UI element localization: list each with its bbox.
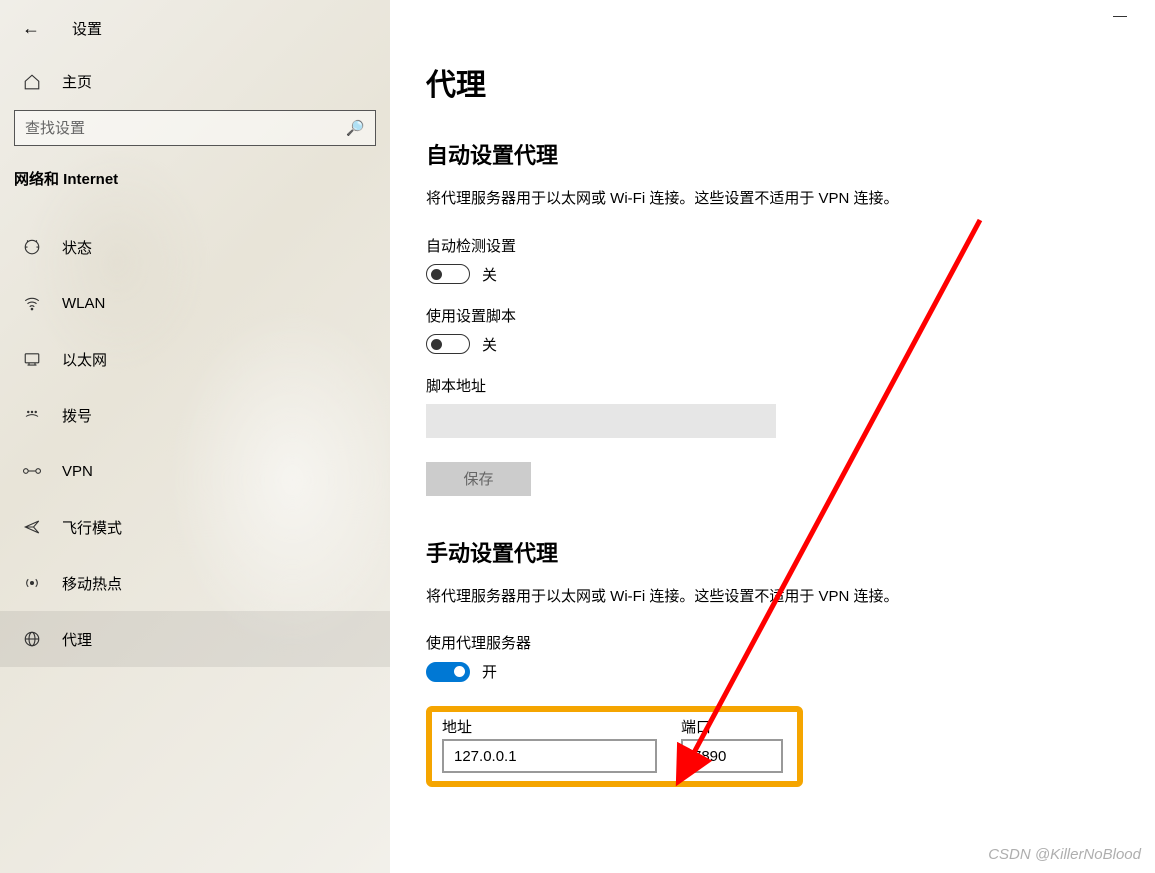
sidebar-item-label: 代理 [62, 629, 92, 650]
script-address-input [426, 404, 776, 438]
sidebar-item-hotspot[interactable]: 移动热点 [0, 555, 390, 611]
proxy-icon [22, 630, 42, 648]
script-address-label: 脚本地址 [426, 375, 1125, 396]
address-input[interactable] [442, 739, 657, 773]
use-proxy-label: 使用代理服务器 [426, 632, 1125, 653]
back-button[interactable]: ← [22, 18, 40, 39]
auto-detect-label: 自动检测设置 [426, 235, 1125, 256]
auto-section-title: 自动设置代理 [426, 138, 1125, 170]
search-icon: 🔍 [346, 119, 365, 137]
sidebar-item-label: 移动热点 [62, 573, 122, 594]
use-proxy-toggle[interactable] [426, 662, 470, 682]
wifi-icon [22, 294, 42, 312]
page-title: 代理 [426, 60, 1125, 104]
save-button[interactable]: 保存 [426, 462, 531, 496]
auto-detect-toggle[interactable] [426, 264, 470, 284]
sidebar-item-airplane[interactable]: 飞行模式 [0, 499, 390, 555]
auto-detect-state: 关 [482, 264, 497, 285]
sidebar-item-label: 拨号 [62, 405, 92, 426]
sidebar: ← 设置 主页 🔍 网络和 Internet 状态 WLAN [0, 0, 390, 873]
home-icon [22, 73, 42, 91]
category-header: 网络和 Internet [0, 168, 390, 189]
sidebar-item-label: 飞行模式 [62, 517, 122, 538]
home-label: 主页 [62, 71, 92, 92]
window-title: 设置 [72, 18, 102, 39]
watermark: CSDN @KillerNoBlood [988, 846, 1141, 863]
auto-section-desc: 将代理服务器用于以太网或 Wi-Fi 连接。这些设置不适用于 VPN 连接。 [426, 188, 1125, 211]
use-script-state: 关 [482, 334, 497, 355]
port-label: 端口 [681, 716, 783, 737]
minimize-button[interactable] [1113, 16, 1127, 17]
use-script-label: 使用设置脚本 [426, 305, 1125, 326]
sidebar-item-dialup[interactable]: 拨号 [0, 387, 390, 443]
sidebar-item-label: VPN [62, 463, 93, 480]
airplane-icon [22, 518, 42, 536]
dialup-icon [22, 406, 42, 424]
content: 代理 自动设置代理 将代理服务器用于以太网或 Wi-Fi 连接。这些设置不适用于… [390, 0, 1155, 873]
status-icon [22, 238, 42, 256]
titlebar: ← 设置 [0, 0, 390, 39]
use-script-toggle[interactable] [426, 334, 470, 354]
sidebar-item-label: 状态 [62, 237, 92, 258]
manual-section-title: 手动设置代理 [426, 536, 1125, 568]
sidebar-item-vpn[interactable]: VPN [0, 443, 390, 499]
vpn-icon [22, 462, 42, 480]
manual-section-desc: 将代理服务器用于以太网或 Wi-Fi 连接。这些设置不适用于 VPN 连接。 [426, 586, 1125, 609]
port-input[interactable] [681, 739, 783, 773]
home-button[interactable]: 主页 [0, 39, 390, 92]
sidebar-item-wlan[interactable]: WLAN [0, 275, 390, 331]
sidebar-item-status[interactable]: 状态 [0, 219, 390, 275]
ethernet-icon [22, 350, 42, 368]
use-proxy-state: 开 [482, 661, 497, 682]
search-input[interactable] [25, 120, 346, 137]
search-box[interactable]: 🔍 [14, 110, 376, 146]
sidebar-item-proxy[interactable]: 代理 [0, 611, 390, 667]
sidebar-item-label: 以太网 [62, 349, 107, 370]
address-label: 地址 [442, 716, 657, 737]
sidebar-item-label: WLAN [62, 295, 105, 312]
hotspot-icon [22, 574, 42, 592]
highlight-annotation: 地址 端口 [426, 706, 803, 787]
sidebar-item-ethernet[interactable]: 以太网 [0, 331, 390, 387]
